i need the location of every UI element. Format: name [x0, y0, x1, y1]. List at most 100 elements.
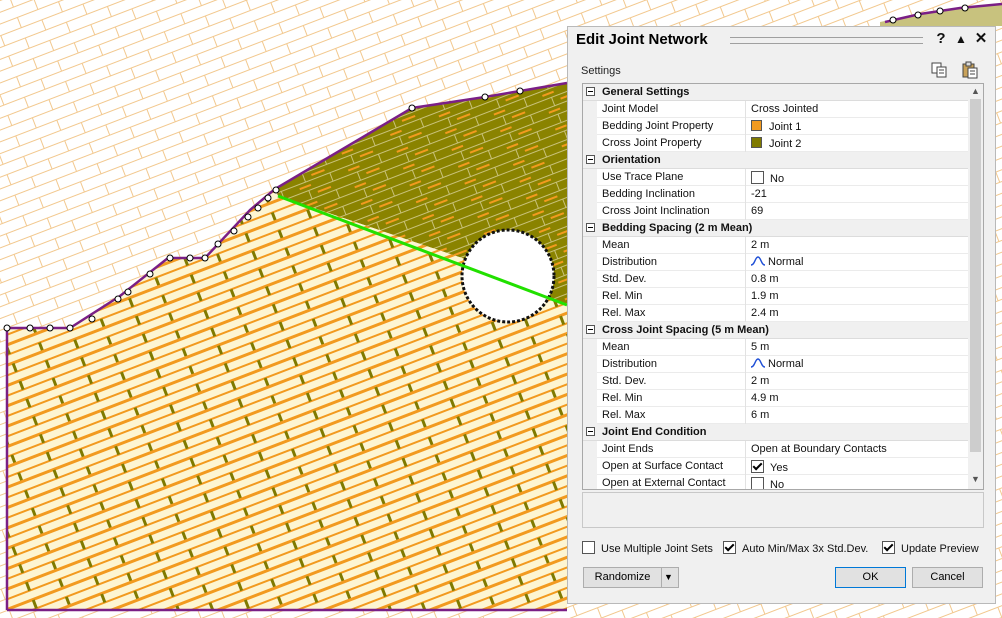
prop-label: Cross Joint Inclination	[602, 205, 710, 217]
copy-icon[interactable]	[930, 61, 948, 79]
use-multiple-joint-sets-option[interactable]: Use Multiple Joint Sets	[582, 541, 713, 555]
prop-cross-rel-min[interactable]: Rel. Min 4.9 m	[583, 390, 968, 407]
prop-label: Distribution	[602, 358, 658, 370]
prop-cross-joint-inclination[interactable]: Cross Joint Inclination 69	[583, 203, 968, 220]
tunnel-opening	[460, 228, 556, 324]
category-joint-end-condition[interactable]: Joint End Condition	[583, 424, 968, 441]
prop-value-container[interactable]: Normal	[751, 256, 803, 268]
panel-titlebar[interactable]: Edit Joint Network ? ▲ ✕	[568, 27, 995, 53]
property-grid[interactable]: General Settings Joint Model Cross Joint…	[582, 83, 984, 490]
dropdown-arrow-icon[interactable]: ▼	[664, 568, 673, 587]
drag-grip[interactable]	[730, 37, 923, 44]
prop-use-trace-plane[interactable]: Use Trace Plane No	[583, 169, 968, 186]
randomize-button[interactable]: Randomize ▼	[583, 567, 679, 588]
prop-open-at-external-contact[interactable]: Open at External Contact No	[583, 475, 968, 489]
prop-bedding-distribution[interactable]: Distribution Normal	[583, 254, 968, 271]
close-button[interactable]: ✕	[972, 30, 990, 48]
scrollbar-thumb[interactable]	[970, 99, 981, 452]
prop-bedding-rel-min[interactable]: Rel. Min 1.9 m	[583, 288, 968, 305]
prop-value[interactable]: Open at Boundary Contacts	[751, 443, 887, 455]
randomize-label: Randomize	[594, 571, 651, 583]
category-orientation[interactable]: Orientation	[583, 152, 968, 169]
prop-cross-mean[interactable]: Mean 5 m	[583, 339, 968, 356]
scroll-up-icon[interactable]: ▲	[971, 86, 980, 96]
collapse-toggle-icon[interactable]	[586, 155, 595, 164]
prop-value-container[interactable]: Yes	[751, 460, 788, 474]
normal-distribution-icon	[751, 358, 765, 368]
prop-label: Bedding Inclination	[602, 188, 695, 200]
joint2-color-swatch	[751, 137, 762, 148]
normal-distribution-icon	[751, 256, 765, 266]
trace-plane-checkbox[interactable]	[751, 171, 764, 184]
auto-min-max-checkbox[interactable]	[723, 541, 736, 554]
category-bedding-spacing[interactable]: Bedding Spacing (2 m Mean)	[583, 220, 968, 237]
description-box	[582, 492, 984, 528]
prop-label: Distribution	[602, 256, 658, 268]
prop-value[interactable]: 2.4 m	[751, 307, 779, 319]
prop-value-container[interactable]: No	[751, 171, 784, 185]
auto-min-max-option[interactable]: Auto Min/Max 3x Std.Dev.	[723, 541, 868, 555]
prop-value[interactable]: Cross Jointed	[751, 103, 818, 115]
prop-value[interactable]: -21	[751, 188, 767, 200]
collapse-button[interactable]: ▲	[952, 30, 970, 48]
help-button[interactable]: ?	[932, 30, 950, 48]
collapse-toggle-icon[interactable]	[586, 427, 595, 436]
use-multiple-joint-sets-checkbox[interactable]	[582, 541, 595, 554]
scroll-down-icon[interactable]: ▼	[971, 474, 980, 484]
prop-value[interactable]: 5 m	[751, 341, 769, 353]
prop-cross-rel-max[interactable]: Rel. Max 6 m	[583, 407, 968, 424]
category-cross-joint-spacing[interactable]: Cross Joint Spacing (5 m Mean)	[583, 322, 968, 339]
prop-label: Use Trace Plane	[602, 171, 684, 183]
prop-value[interactable]: 1.9 m	[751, 290, 779, 302]
collapse-toggle-icon[interactable]	[586, 87, 595, 96]
ok-button[interactable]: OK	[835, 567, 906, 588]
prop-cross-distribution[interactable]: Distribution Normal	[583, 356, 968, 373]
cancel-button[interactable]: Cancel	[912, 567, 983, 588]
prop-value[interactable]: 4.9 m	[751, 392, 779, 404]
prop-open-at-surface-contact[interactable]: Open at Surface Contact Yes	[583, 458, 968, 475]
collapse-toggle-icon[interactable]	[586, 325, 595, 334]
prop-label: Mean	[602, 341, 630, 353]
external-contact-checkbox[interactable]	[751, 477, 764, 489]
collapse-toggle-icon[interactable]	[586, 223, 595, 232]
prop-value-container[interactable]: Joint 1	[751, 120, 801, 133]
prop-cross-joint-property[interactable]: Cross Joint Property Joint 2	[583, 135, 968, 152]
prop-cross-std-dev[interactable]: Std. Dev. 2 m	[583, 373, 968, 390]
prop-bedding-mean[interactable]: Mean 2 m	[583, 237, 968, 254]
prop-value: Normal	[768, 358, 804, 370]
option-label: Use Multiple Joint Sets	[601, 543, 713, 555]
prop-value[interactable]: 0.8 m	[751, 273, 779, 285]
prop-joint-model[interactable]: Joint Model Cross Jointed	[583, 101, 968, 118]
update-preview-checkbox[interactable]	[882, 541, 895, 554]
prop-bedding-rel-max[interactable]: Rel. Max 2.4 m	[583, 305, 968, 322]
prop-value: Normal	[768, 256, 804, 268]
prop-joint-ends[interactable]: Joint Ends Open at Boundary Contacts	[583, 441, 968, 458]
vertical-scrollbar[interactable]: ▲ ▼	[968, 84, 983, 489]
prop-label: Joint Model	[602, 103, 659, 115]
prop-value[interactable]: 2 m	[751, 375, 769, 387]
category-general-settings[interactable]: General Settings	[583, 84, 968, 101]
prop-value-container[interactable]: Joint 2	[751, 137, 801, 150]
prop-value: Joint 1	[769, 121, 802, 133]
prop-bedding-joint-property[interactable]: Bedding Joint Property Joint 1	[583, 118, 968, 135]
prop-value[interactable]: 6 m	[751, 409, 769, 421]
prop-value[interactable]: 69	[751, 205, 763, 217]
prop-bedding-std-dev[interactable]: Std. Dev. 0.8 m	[583, 271, 968, 288]
option-label: Update Preview	[901, 543, 979, 555]
prop-value-container[interactable]: No	[751, 477, 784, 489]
option-label: Auto Min/Max 3x Std.Dev.	[742, 543, 869, 555]
prop-value: No	[770, 173, 785, 185]
category-label: Bedding Spacing (2 m Mean)	[602, 222, 753, 234]
prop-label: Mean	[602, 239, 630, 251]
update-preview-option[interactable]: Update Preview	[882, 541, 979, 555]
panel-title: Edit Joint Network	[576, 31, 708, 48]
edit-joint-network-panel: Edit Joint Network ? ▲ ✕ Settings Genera…	[567, 26, 996, 604]
prop-bedding-inclination[interactable]: Bedding Inclination -21	[583, 186, 968, 203]
prop-value[interactable]: 2 m	[751, 239, 769, 251]
prop-label: Std. Dev.	[602, 273, 647, 285]
prop-label: Cross Joint Property	[602, 137, 702, 149]
paste-icon[interactable]	[961, 61, 979, 79]
prop-value-container[interactable]: Normal	[751, 358, 803, 370]
prop-value: Yes	[770, 462, 788, 474]
surface-contact-checkbox[interactable]	[751, 460, 764, 473]
